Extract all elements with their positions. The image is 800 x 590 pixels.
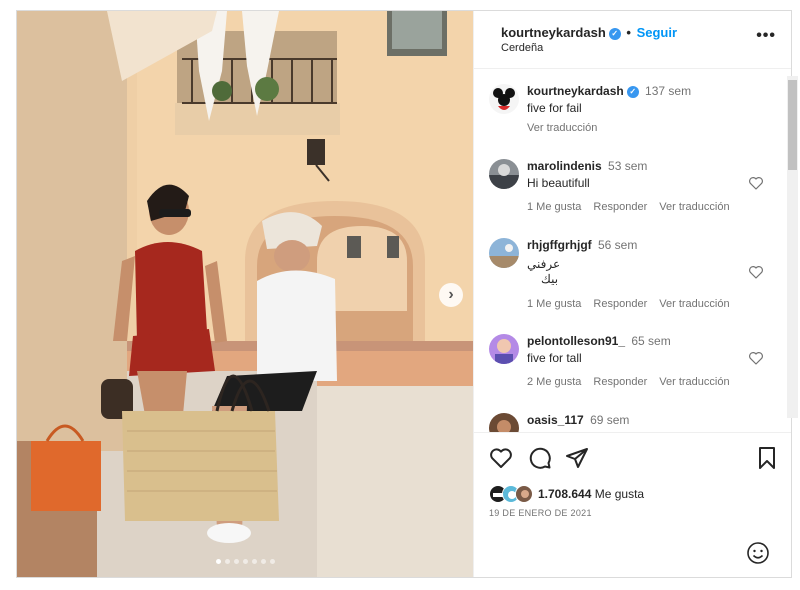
emoji-icon[interactable]: [746, 541, 770, 565]
carousel-dots: [17, 559, 473, 564]
post-footer: 1.708.644 Me gusta 19 DE ENERO DE 2021: [474, 432, 791, 577]
comments-list[interactable]: kourtneykardash ✓ 137 sem five for fail V…: [474, 70, 791, 432]
comments-scrollbar[interactable]: [787, 76, 798, 418]
post-author-line: kourtneykardash ✓ • Seguir: [501, 25, 677, 40]
heart-icon[interactable]: [748, 350, 764, 366]
avatar[interactable]: [489, 84, 519, 114]
comment-likes[interactable]: 1 Me gusta: [527, 201, 581, 213]
comment-header: marolindenis 53 sem: [527, 159, 647, 173]
heart-icon[interactable]: [748, 175, 764, 191]
avatar[interactable]: [489, 334, 519, 364]
carousel-dot: [224, 559, 230, 564]
comment-time: 56 sem: [598, 238, 638, 252]
chevron-right-icon: ›: [448, 286, 454, 303]
header-separator: •: [626, 25, 631, 40]
post-author-username[interactable]: kourtneykardash: [501, 25, 606, 40]
comment-icon[interactable]: [528, 446, 552, 470]
post-location[interactable]: Cerdeña: [501, 42, 543, 54]
comment-text: five for tall: [527, 351, 582, 365]
comment-username[interactable]: pelontolleson91_: [527, 334, 625, 348]
reply-button[interactable]: Responder: [593, 376, 647, 388]
comment-username[interactable]: marolindenis: [527, 159, 602, 173]
photo-illustration: [17, 11, 473, 577]
caption-text: five for fail: [527, 101, 582, 115]
comment-actions: 2 Me gusta Responder Ver traducción: [527, 376, 742, 388]
comment-item: marolindenis 53 sem Hi beautifull 1 Me g…: [489, 159, 779, 229]
comment-username[interactable]: oasis_117: [527, 413, 584, 427]
avatar[interactable]: [489, 159, 519, 189]
comment-likes[interactable]: 2 Me gusta: [527, 376, 581, 388]
caption-item: kourtneykardash ✓ 137 sem five for fail V…: [489, 84, 779, 144]
comment-time: 65 sem: [631, 334, 671, 348]
carousel-dot: [251, 559, 257, 564]
heart-icon[interactable]: [748, 264, 764, 280]
comment-username[interactable]: rhjgffgrhjgf: [527, 238, 592, 252]
carousel-dot: [215, 559, 221, 564]
translate-link[interactable]: Ver traducción: [659, 376, 729, 388]
caption-translate-link[interactable]: Ver traducción: [527, 122, 597, 134]
caption-header: kourtneykardash ✓ 137 sem: [527, 84, 691, 98]
share-icon[interactable]: [565, 446, 589, 470]
caption-username[interactable]: kourtneykardash: [527, 84, 624, 98]
verified-icon: ✓: [608, 27, 621, 40]
likes-row[interactable]: 1.708.644 Me gusta: [489, 485, 644, 503]
post-photo[interactable]: ›: [17, 11, 473, 577]
reply-button[interactable]: Responder: [593, 298, 647, 310]
more-icon[interactable]: •••: [756, 27, 776, 45]
comment-item: rhjgffgrhjgf 56 sem عرفني بيك 1 Me gusta…: [489, 238, 779, 318]
bookmark-icon[interactable]: [755, 446, 779, 470]
post-dialog: › kourtneykardash✓ • Seguir Cerdeña •••: [16, 10, 792, 578]
likes-suffix: Me gusta: [594, 487, 645, 501]
comment-text: Hi beautifull: [527, 176, 590, 190]
comment-time: 53 sem: [608, 159, 648, 173]
comment-text-line2: بيك: [541, 272, 559, 286]
next-slide-button[interactable]: ›: [439, 283, 463, 307]
carousel-dot: [269, 559, 275, 564]
comment-header: rhjgffgrhjgf 56 sem: [527, 238, 637, 252]
avatar: [515, 485, 533, 503]
caption-time: 137 sem: [645, 84, 692, 98]
follow-button[interactable]: Seguir: [637, 25, 677, 40]
comment-actions: 1 Me gusta Responder Ver traducción: [527, 201, 742, 213]
comment-item: pelontolleson91_ 65 sem five for tall 2 …: [489, 334, 779, 404]
reply-button[interactable]: Responder: [593, 201, 647, 213]
comment-item: oasis_117 69 sem: [489, 413, 779, 432]
carousel-dot: [242, 559, 248, 564]
comment-actions: 1 Me gusta Responder Ver traducción: [527, 298, 742, 310]
carousel-dot: [260, 559, 266, 564]
avatar[interactable]: [489, 413, 519, 432]
translate-link[interactable]: Ver traducción: [659, 298, 729, 310]
verified-icon: ✓: [626, 85, 639, 98]
comment-header: pelontolleson91_ 65 sem: [527, 334, 671, 348]
comment-likes[interactable]: 1 Me gusta: [527, 298, 581, 310]
likes-number: 1.708.644: [538, 487, 592, 501]
post-date: 19 DE ENERO DE 2021: [489, 508, 592, 518]
heart-icon[interactable]: [489, 446, 513, 470]
carousel-dot: [233, 559, 239, 564]
likes-count[interactable]: 1.708.644 Me gusta: [538, 487, 644, 501]
comment-text: عرفني: [527, 257, 561, 271]
post-header: kourtneykardash ✓ • Seguir Cerdeña •••: [474, 11, 791, 69]
comment-header: oasis_117 69 sem: [527, 413, 629, 427]
post-side-panel: kourtneykardash ✓ • Seguir Cerdeña ••• ko…: [473, 11, 791, 577]
comment-time: 69 sem: [590, 413, 630, 427]
avatar[interactable]: [489, 238, 519, 268]
scrollbar-thumb[interactable]: [788, 80, 797, 170]
translate-link[interactable]: Ver traducción: [659, 201, 729, 213]
